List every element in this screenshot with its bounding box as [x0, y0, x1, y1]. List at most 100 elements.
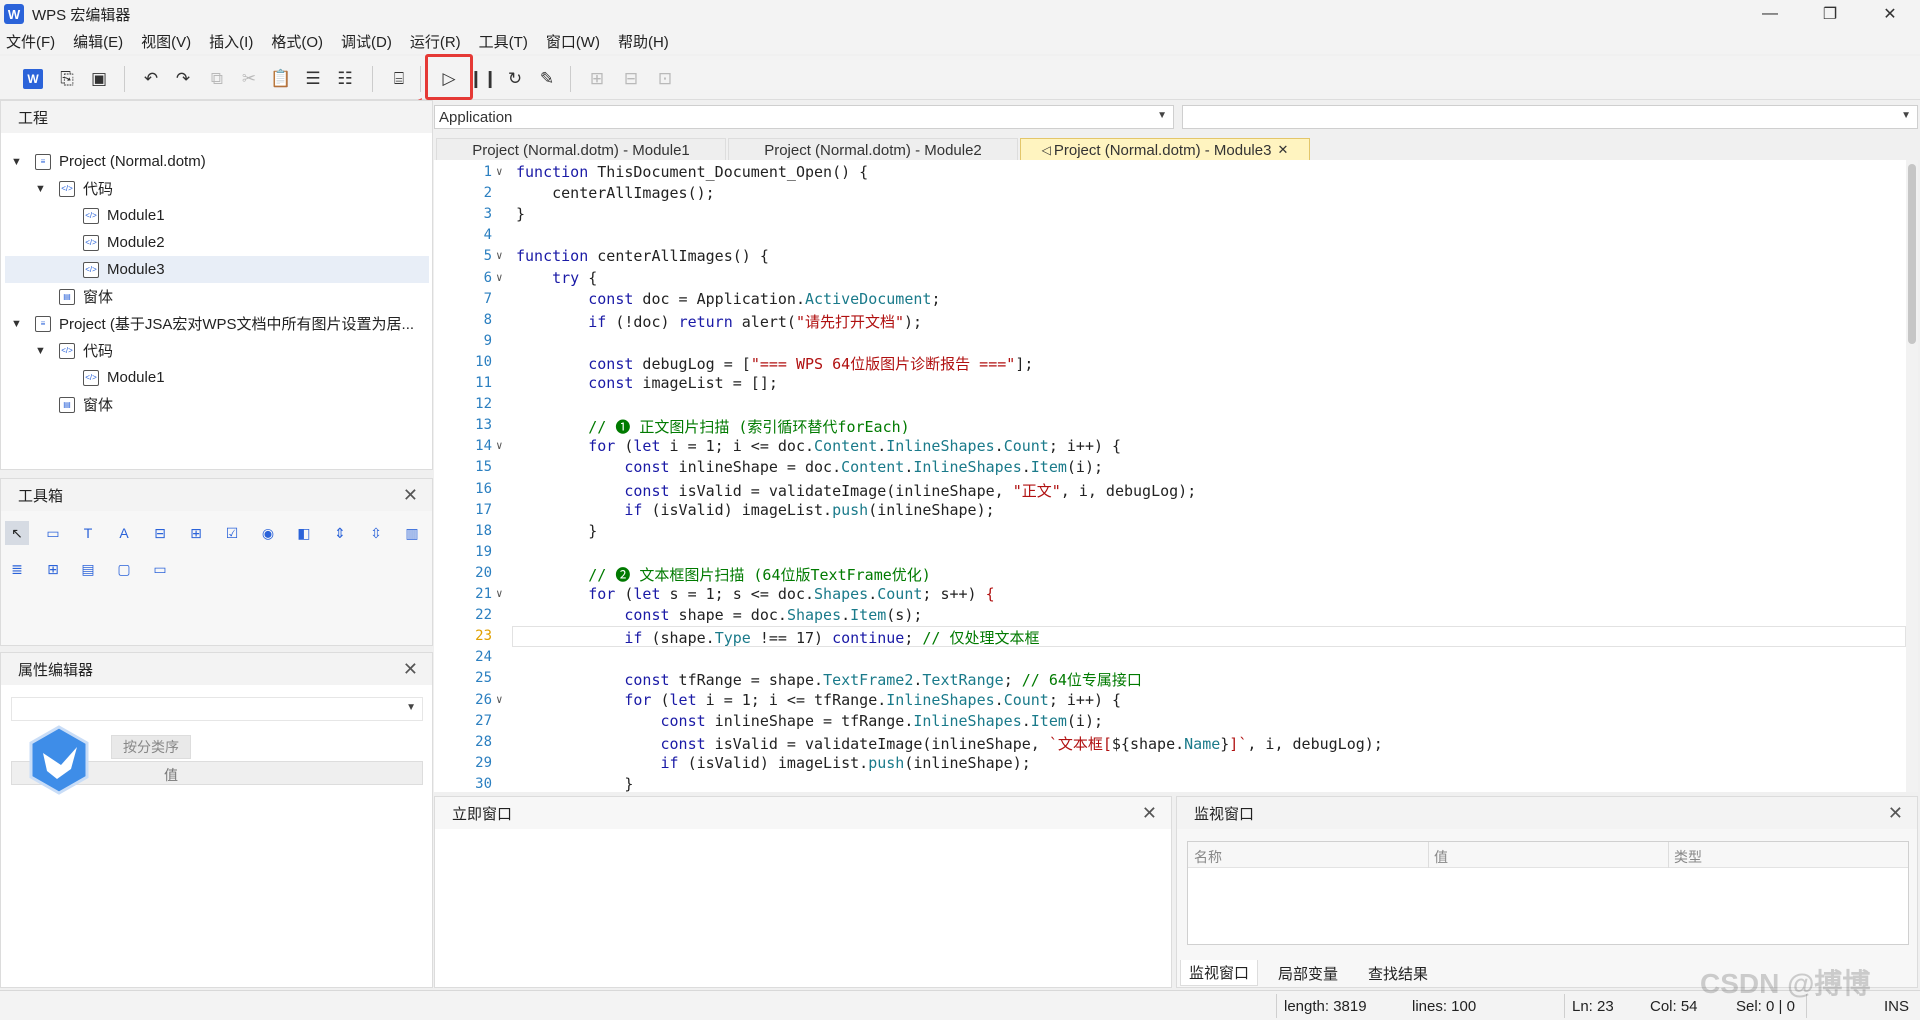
multipage-tool-icon[interactable]: ⊞	[41, 557, 65, 581]
minimize-button[interactable]: —	[1740, 0, 1800, 28]
tree-item-module2[interactable]: </> Module2	[83, 229, 165, 256]
wps-icon[interactable]: W	[20, 66, 46, 92]
code-line[interactable]: }	[516, 775, 633, 792]
step-out-icon[interactable]: ⊡	[652, 66, 678, 92]
tab-locals[interactable]: 局部变量	[1270, 960, 1346, 986]
fold-toggle-icon[interactable]: ∨	[496, 271, 510, 284]
tree-item-code[interactable]: ▼ </> 代码	[35, 337, 113, 364]
outdent-icon[interactable]: ☷	[332, 66, 358, 92]
copy-icon[interactable]: ⧉	[204, 66, 230, 92]
code-line[interactable]: centerAllImages();	[516, 184, 715, 202]
tab-watch[interactable]: 监视窗口	[1180, 960, 1259, 986]
menu-debug[interactable]: 调试(D)	[341, 31, 392, 52]
code-line[interactable]: if (isValid) imageList.push(inlineShape)…	[516, 754, 1031, 772]
reset-icon[interactable]: ↻	[502, 66, 528, 92]
tree-item-forms[interactable]: ▤ 窗体	[59, 283, 113, 310]
tab-module2[interactable]: Project (Normal.dotm) - Module2	[728, 138, 1018, 162]
close-icon[interactable]: ✕	[403, 659, 418, 680]
label-tool-icon[interactable]: T	[76, 521, 100, 545]
combobox-tool-icon[interactable]: ⊞	[184, 521, 208, 545]
code-editor[interactable]: 1 ∨ function ThisDocument_Document_Open() …	[434, 160, 1908, 792]
tree-item-module3[interactable]: </> Module3	[5, 256, 429, 283]
watch-table[interactable]: 名称 值 类型	[1187, 841, 1909, 945]
tree-item-code[interactable]: ▼ </> 代码	[35, 175, 113, 202]
menu-help[interactable]: 帮助(H)	[618, 31, 669, 52]
code-line[interactable]: const inlineShape = tfRange.InlineShapes…	[516, 712, 1104, 730]
code-line[interactable]: }	[516, 522, 597, 540]
close-icon[interactable]: ✕	[1888, 803, 1903, 824]
menu-file[interactable]: 文件(F)	[6, 31, 55, 52]
code-line[interactable]: for (let i = 1; i <= doc.Content.InlineS…	[516, 437, 1121, 455]
paste-icon[interactable]: 📋	[268, 66, 294, 92]
cut-icon[interactable]: ✂	[236, 66, 262, 92]
code-line[interactable]: const debugLog = ["=== WPS 64位版图片诊断报告 ==…	[516, 353, 1033, 374]
button-tool-icon[interactable]: ▭	[41, 521, 65, 545]
close-button[interactable]: ✕	[1860, 0, 1920, 28]
barcode-tool-icon[interactable]: ▥	[400, 521, 424, 545]
code-line[interactable]: // ❷ 文本框图片扫描 (64位版TextFrame优化)	[516, 564, 931, 585]
tree-item-project-jsa[interactable]: ▼ ≡ Project (基于JSA宏对WPS文档中所有图片设置为居...	[11, 310, 421, 337]
code-line[interactable]: if (shape.Type !== 17) continue; // 仅处理文…	[516, 627, 1039, 648]
step-into-icon[interactable]: ⊞	[584, 66, 610, 92]
command-tool-icon[interactable]: ▤	[76, 557, 100, 581]
code-line[interactable]: const isValid = validateImage(inlineShap…	[516, 480, 1196, 501]
code-line[interactable]: for (let s = 1; s <= doc.Shapes.Count; s…	[516, 585, 994, 603]
menu-window[interactable]: 窗口(W)	[546, 31, 600, 52]
save-as-icon[interactable]: ⎘	[54, 66, 80, 92]
listbox-tool-icon[interactable]: ◧	[292, 521, 316, 545]
code-line[interactable]: if (isValid) imageList.push(inlineShape)…	[516, 501, 994, 519]
tab-module1[interactable]: Project (Normal.dotm) - Module1	[436, 138, 726, 162]
radio-tool-icon[interactable]: ◉	[256, 521, 280, 545]
list-tool-icon[interactable]: ≣	[5, 557, 29, 581]
code-line[interactable]: const tfRange = shape.TextFrame2.TextRan…	[516, 669, 1142, 690]
frame-tool-icon[interactable]: ⊟	[148, 521, 172, 545]
indent-icon[interactable]: ☰	[300, 66, 326, 92]
object-combo[interactable]: Application ▼	[434, 105, 1174, 129]
maximize-button[interactable]: ❐	[1800, 0, 1860, 28]
redo-icon[interactable]: ↷	[170, 66, 196, 92]
code-line[interactable]: function ThisDocument_Document_Open() {	[516, 163, 868, 181]
tabstrip-tool-icon[interactable]: ▭	[148, 557, 172, 581]
pause-icon[interactable]: ❙❙	[469, 66, 498, 92]
tree-item-forms[interactable]: ▤ 窗体	[59, 391, 113, 418]
step-over-icon[interactable]: ⊟	[618, 66, 644, 92]
menu-format[interactable]: 格式(O)	[271, 31, 323, 52]
code-line[interactable]: for (let i = 1; i <= tfRange.InlineShape…	[516, 691, 1121, 709]
undo-icon[interactable]: ↶	[138, 66, 164, 92]
fold-toggle-icon[interactable]: ∨	[496, 439, 510, 452]
menu-tools[interactable]: 工具(T)	[479, 31, 528, 52]
tree-item-project-normal[interactable]: ▼ ≡ Project (Normal.dotm)	[11, 148, 206, 175]
scrollbar-thumb[interactable]	[1908, 164, 1916, 344]
pointer-tool-icon[interactable]: ↖	[5, 521, 29, 545]
fold-toggle-icon[interactable]: ∨	[496, 693, 510, 706]
save-icon[interactable]: ▣	[86, 66, 112, 92]
menu-insert[interactable]: 插入(I)	[209, 31, 253, 52]
code-line[interactable]: }	[516, 205, 525, 223]
code-line[interactable]: const imageList = [];	[516, 374, 778, 392]
code-line[interactable]: if (!doc) return alert("请先打开文档");	[516, 311, 922, 332]
tree-item-module1[interactable]: </> Module1	[83, 364, 165, 391]
menu-edit[interactable]: 编辑(E)	[73, 31, 123, 52]
fold-toggle-icon[interactable]: ∨	[496, 249, 510, 262]
editor-scrollbar[interactable]	[1906, 160, 1918, 792]
image-tool-icon[interactable]: ▢	[112, 557, 136, 581]
code-line[interactable]: try {	[516, 269, 597, 287]
scrollbar-tool-icon[interactable]: ⇳	[364, 521, 388, 545]
tab-module3[interactable]: ◁ Project (Normal.dotm) - Module3 ✕	[1020, 138, 1310, 162]
code-line[interactable]: const inlineShape = doc.Content.InlineSh…	[516, 458, 1103, 476]
procedure-combo[interactable]: ▼	[1182, 105, 1918, 129]
menu-view[interactable]: 视图(V)	[141, 31, 191, 52]
menu-run[interactable]: 运行(R)	[410, 31, 461, 52]
checkbox-tool-icon[interactable]: ☑	[220, 521, 244, 545]
tab-find-results[interactable]: 查找结果	[1360, 960, 1436, 986]
code-line[interactable]: const shape = doc.Shapes.Item(s);	[516, 606, 922, 624]
code-line[interactable]: function centerAllImages() {	[516, 247, 769, 265]
spin-tool-icon[interactable]: ⇕	[328, 521, 352, 545]
object-select[interactable]: ▼	[11, 697, 423, 721]
sort-by-category-tab[interactable]: 按分类序	[111, 735, 191, 759]
code-line[interactable]: const doc = Application.ActiveDocument;	[516, 290, 940, 308]
code-line[interactable]: // ❶ 正文图片扫描 (索引循环替代forEach)	[516, 416, 909, 437]
close-icon[interactable]: ✕	[1277, 142, 1288, 158]
fold-toggle-icon[interactable]: ∨	[496, 587, 510, 600]
toolbox-icon[interactable]: ⌸	[386, 66, 412, 92]
